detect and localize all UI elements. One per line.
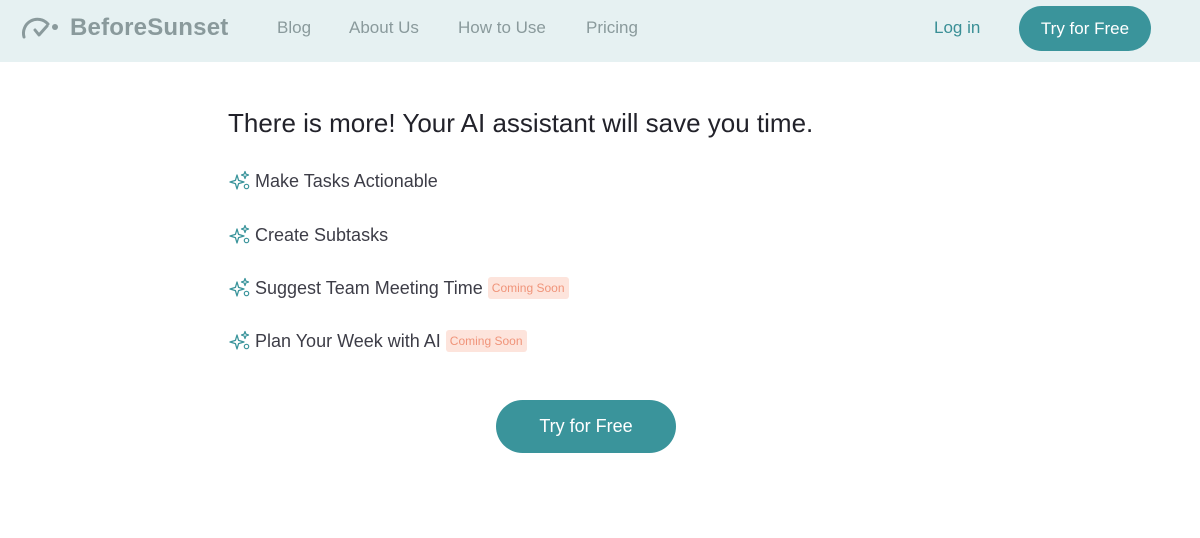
coming-soon-badge: Coming Soon bbox=[487, 277, 569, 299]
sparkle-icon bbox=[229, 330, 250, 350]
feature-item: Plan Your Week with AI Coming Soon bbox=[229, 326, 527, 356]
feature-item: Suggest Team Meeting Time Coming Soon bbox=[229, 273, 569, 303]
nav-link-pricing[interactable]: Pricing bbox=[586, 18, 638, 38]
nav-link-how-to-use[interactable]: How to Use bbox=[458, 18, 546, 38]
feature-label: Create Subtasks bbox=[255, 224, 389, 245]
feature-label: Plan Your Week with AI bbox=[255, 330, 441, 351]
feature-label: Suggest Team Meeting Time bbox=[255, 277, 483, 298]
nav-link-blog[interactable]: Blog bbox=[277, 18, 311, 38]
sparkle-icon bbox=[229, 170, 250, 190]
top-navbar: BeforeSunset Blog About Us How to Use Pr… bbox=[0, 0, 1200, 62]
sparkle-icon bbox=[229, 224, 250, 244]
feature-item: Create Subtasks bbox=[229, 220, 388, 250]
sparkle-icon bbox=[229, 277, 250, 297]
feature-item: Make Tasks Actionable bbox=[229, 166, 438, 196]
coming-soon-badge: Coming Soon bbox=[445, 330, 527, 352]
nav-try-for-free-button[interactable]: Try for Free bbox=[1019, 6, 1151, 51]
sunset-gauge-icon bbox=[22, 17, 58, 39]
nav-link-about-us[interactable]: About Us bbox=[349, 18, 419, 38]
feature-label: Make Tasks Actionable bbox=[255, 170, 438, 191]
brand-name: BeforeSunset bbox=[70, 14, 229, 41]
page-headline: There is more! Your AI assistant will sa… bbox=[228, 108, 814, 138]
brand-logo[interactable]: BeforeSunset bbox=[20, 12, 228, 44]
login-link[interactable]: Log in bbox=[934, 18, 980, 38]
try-for-free-button[interactable]: Try for Free bbox=[496, 400, 676, 453]
